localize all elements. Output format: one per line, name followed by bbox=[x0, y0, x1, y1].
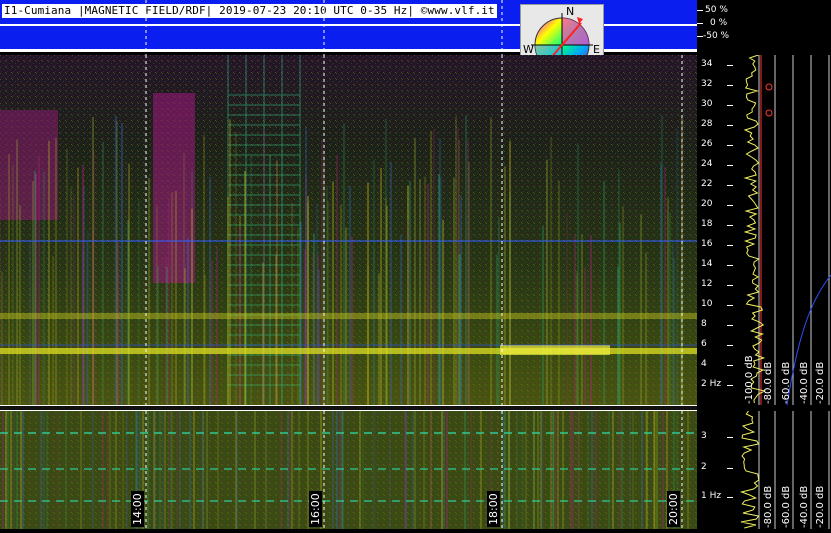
percent-label-0: 0 % bbox=[710, 18, 728, 28]
frequency-tick-label: 22 bbox=[701, 179, 713, 189]
frequency-tick bbox=[727, 325, 733, 326]
spectrogram-low-band bbox=[0, 411, 697, 529]
frequency-tick-label: 4 bbox=[701, 359, 707, 369]
db-label-top: -80.0 dB bbox=[763, 361, 774, 404]
percent-tick bbox=[697, 10, 703, 11]
db-label-bottom: -80.0 dB bbox=[763, 485, 774, 528]
frequency-tick-label: 28 bbox=[701, 119, 713, 129]
frequency-tick bbox=[727, 145, 733, 146]
frequency-tick bbox=[727, 305, 733, 306]
frequency-tick bbox=[727, 65, 733, 66]
db-label-top: -40.0 dB bbox=[799, 361, 810, 404]
header-time-gridlines bbox=[145, 0, 503, 55]
frequency-tick bbox=[727, 245, 733, 246]
frequency-tick bbox=[727, 85, 733, 86]
time-label: 16:00 bbox=[309, 491, 322, 527]
frequency-tick-label: 12 bbox=[701, 279, 713, 289]
frequency-tick bbox=[727, 165, 733, 166]
db-label-bottom: -60.0 dB bbox=[781, 485, 792, 528]
spectrum-profile-panel bbox=[735, 54, 831, 406]
frequency-scale: 34 32 30 28 26 24 22 20 18 16 14 12 10 8 6 4 2 Hz bbox=[697, 55, 735, 405]
time-label: 14:00 bbox=[131, 491, 144, 527]
frequency-tick-label: 26 bbox=[701, 139, 713, 149]
frequency-tick-label: 6 bbox=[701, 339, 707, 349]
frequency-tick-label: 30 bbox=[701, 99, 713, 109]
percent-tick bbox=[697, 23, 703, 24]
db-label-top: -100.0 dB bbox=[744, 355, 755, 404]
frequency-tick-label: 16 bbox=[701, 239, 713, 249]
frequency-tick-label: 1 Hz bbox=[701, 491, 722, 501]
frequency-scale-low: 3 2 1 Hz bbox=[697, 411, 735, 529]
frequency-tick bbox=[727, 285, 733, 286]
percent-tick bbox=[697, 36, 703, 37]
frequency-tick-label: 10 bbox=[701, 299, 713, 309]
frequency-tick-label: 20 bbox=[701, 199, 713, 209]
frequency-tick-label: 2 Hz bbox=[701, 379, 722, 389]
percent-label-50: 50 % bbox=[705, 5, 728, 15]
frequency-tick bbox=[727, 105, 733, 106]
frequency-tick bbox=[727, 365, 733, 366]
db-label-bottom: -40.0 dB bbox=[799, 485, 810, 528]
db-label-bottom: -20.0 dB bbox=[815, 485, 826, 528]
frequency-tick-label: 3 bbox=[701, 431, 707, 441]
frequency-tick-label: 2 bbox=[701, 462, 707, 472]
frequency-tick bbox=[727, 437, 733, 438]
db-label-top: -60.0 dB bbox=[781, 361, 792, 404]
frequency-tick bbox=[727, 205, 733, 206]
frequency-tick bbox=[727, 185, 733, 186]
frequency-tick bbox=[727, 385, 733, 386]
frequency-tick-label: 32 bbox=[701, 79, 713, 89]
frequency-tick-label: 34 bbox=[701, 59, 713, 69]
frequency-tick bbox=[727, 497, 733, 498]
frequency-tick-label: 24 bbox=[701, 159, 713, 169]
time-label: 18:00 bbox=[487, 491, 500, 527]
frequency-tick bbox=[727, 265, 733, 266]
db-label-top: -20.0 dB bbox=[815, 361, 826, 404]
frequency-tick bbox=[727, 225, 733, 226]
frequency-tick-label: 14 bbox=[701, 259, 713, 269]
frequency-tick bbox=[727, 345, 733, 346]
frequency-tick-label: 8 bbox=[701, 319, 707, 329]
frequency-tick bbox=[727, 125, 733, 126]
percent-label-minus50: -50 % bbox=[703, 31, 730, 41]
time-label: 20:00 bbox=[667, 491, 680, 527]
spectrogram-main bbox=[0, 55, 697, 405]
frequency-tick-label: 18 bbox=[701, 219, 713, 229]
frequency-tick bbox=[727, 468, 733, 469]
